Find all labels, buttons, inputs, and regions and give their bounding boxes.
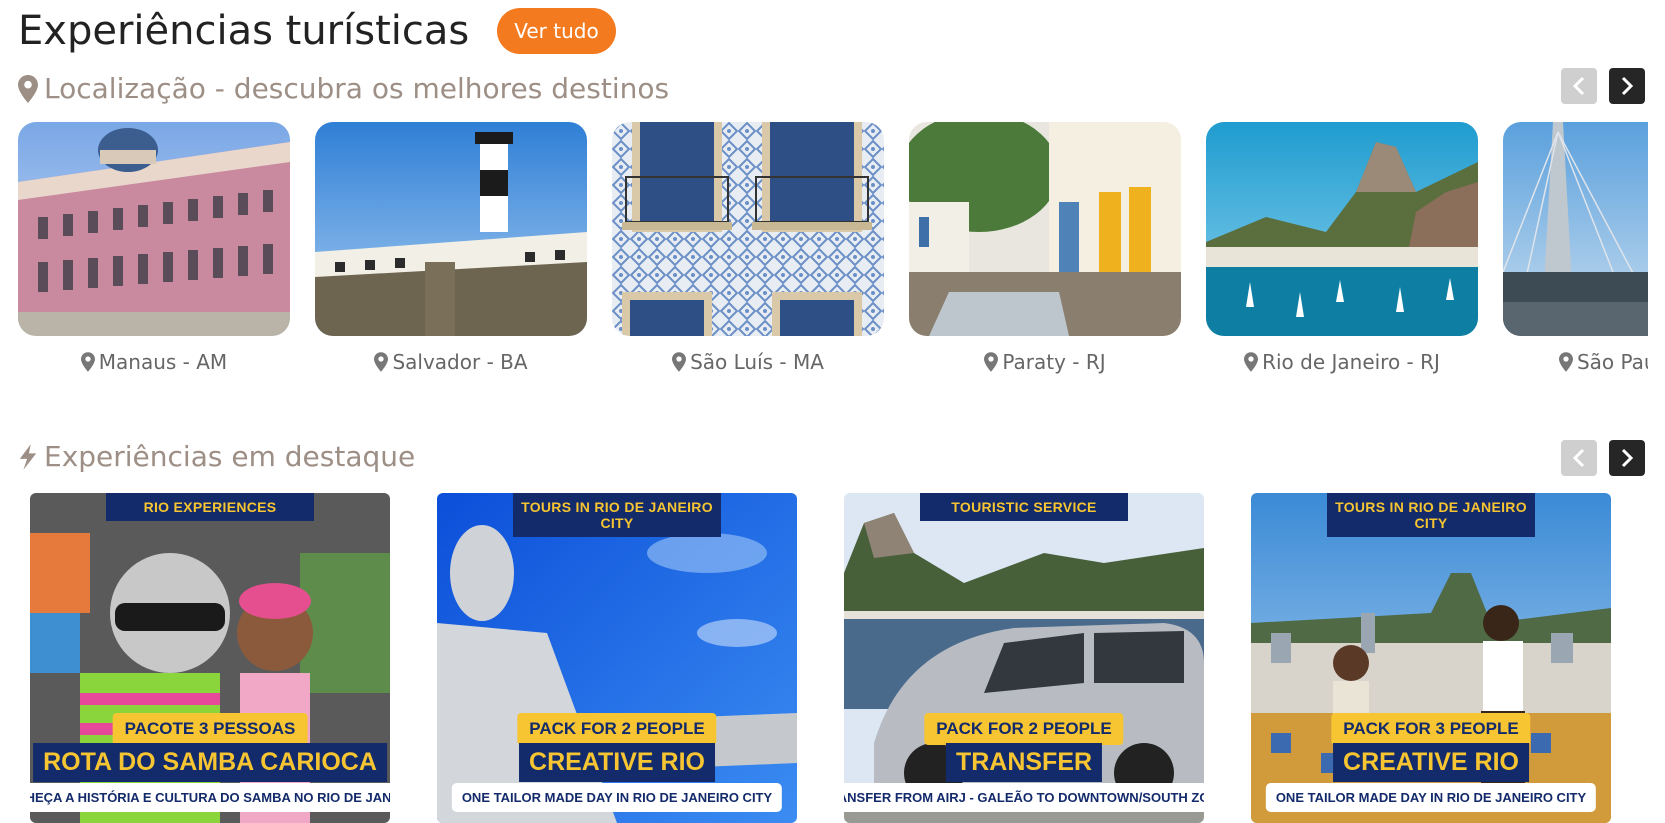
experience-pack: PACK FOR 2 PEOPLE	[924, 713, 1124, 745]
destination-image	[909, 122, 1181, 336]
map-pin-icon	[374, 352, 389, 372]
map-pin-icon	[1558, 352, 1573, 372]
experience-card-rota-do-samba[interactable]: RIO EXPERIENCES PACOTE 3 PESSOAS ROTA DO…	[30, 493, 390, 823]
location-carousel-nav	[1549, 68, 1645, 104]
experience-category: RIO EXPERIENCES	[106, 493, 314, 521]
destination-card-salvador[interactable]: Salvador - BA	[315, 122, 587, 374]
destination-image	[612, 122, 884, 336]
carousel-next-button[interactable]	[1609, 68, 1645, 104]
experience-card-transfer[interactable]: TOURISTIC SERVICE PACK FOR 2 PEOPLE TRAN…	[844, 493, 1204, 823]
featured-section-title: Experiências em destaque	[44, 440, 416, 473]
experiences-carousel: RIO EXPERIENCES PACOTE 3 PESSOAS ROTA DO…	[30, 493, 1650, 823]
map-pin-icon	[18, 74, 38, 103]
lightning-bolt-icon	[18, 443, 38, 471]
experience-subtitle: ONE TAILOR MADE DAY IN RIO DE JANEIRO CI…	[1265, 783, 1597, 812]
carousel-next-button[interactable]	[1609, 440, 1645, 476]
map-pin-icon	[80, 352, 95, 372]
experience-category: TOURS IN RIO DE JANEIRO CITY	[513, 493, 721, 537]
experience-name: TRANSFER	[945, 743, 1103, 782]
experience-name: CREATIVE RIO	[1333, 743, 1529, 782]
experience-pack: PACK FOR 2 PEOPLE	[517, 713, 717, 745]
destination-card-manaus[interactable]: Manaus - AM	[18, 122, 290, 374]
destination-label: São Paulo - SP	[1503, 350, 1648, 374]
destination-image	[18, 122, 290, 336]
destination-label: Rio de Janeiro - RJ	[1206, 350, 1478, 374]
experience-name: ROTA DO SAMBA CARIOCA	[33, 743, 387, 782]
carousel-prev-button[interactable]	[1561, 68, 1597, 104]
location-section-heading: Localização - descubra os melhores desti…	[18, 72, 669, 105]
destination-image	[315, 122, 587, 336]
destinations-carousel: Manaus - AM Salvador - BA São Luís - MA …	[18, 122, 1648, 382]
destination-label: Paraty - RJ	[909, 350, 1181, 374]
chevron-right-icon	[1621, 448, 1634, 468]
map-pin-icon	[984, 352, 999, 372]
destination-card-paraty[interactable]: Paraty - RJ	[909, 122, 1181, 374]
destination-label: Manaus - AM	[18, 350, 290, 374]
experience-category: TOURISTIC SERVICE	[920, 493, 1128, 521]
experience-subtitle: TRANSFER FROM AIRJ - GALEÃO TO DOWNTOWN/…	[844, 783, 1204, 812]
destination-image	[1206, 122, 1478, 336]
page-title: Experiências turísticas	[18, 8, 470, 54]
experience-pack: PACOTE 3 PESSOAS	[112, 713, 308, 745]
destination-card-rio-de-janeiro[interactable]: Rio de Janeiro - RJ	[1206, 122, 1478, 374]
experience-pack: PACK FOR 3 PEOPLE	[1331, 713, 1531, 745]
experience-category: TOURS IN RIO DE JANEIRO CITY	[1327, 493, 1535, 537]
carousel-prev-button[interactable]	[1561, 440, 1597, 476]
experience-subtitle: ONE TAILOR MADE DAY IN RIO DE JANEIRO CI…	[451, 783, 783, 812]
experience-subtitle: CONHEÇA A HISTÓRIA E CULTURA DO SAMBA NO…	[30, 783, 390, 812]
destination-image	[1503, 122, 1648, 336]
chevron-left-icon	[1572, 76, 1585, 96]
chevron-left-icon	[1572, 448, 1585, 468]
destination-card-sao-luis[interactable]: São Luís - MA	[612, 122, 884, 374]
destination-card-sao-paulo[interactable]: São Paulo - SP	[1503, 122, 1648, 374]
destination-label: Salvador - BA	[315, 350, 587, 374]
experience-name: CREATIVE RIO	[519, 743, 715, 782]
featured-section-heading: Experiências em destaque	[18, 440, 415, 473]
page-header: Experiências turísticas Ver tudo	[18, 8, 616, 54]
experience-card-creative-rio-3[interactable]: TOURS IN RIO DE JANEIRO CITY PACK FOR 3 …	[1251, 493, 1611, 823]
ver-tudo-button[interactable]: Ver tudo	[497, 8, 616, 54]
destination-label: São Luís - MA	[612, 350, 884, 374]
featured-carousel-nav	[1549, 440, 1645, 476]
location-section-title: Localização - descubra os melhores desti…	[44, 72, 670, 105]
chevron-right-icon	[1621, 76, 1634, 96]
map-pin-icon	[672, 352, 687, 372]
map-pin-icon	[1244, 352, 1259, 372]
experience-card-creative-rio[interactable]: TOURS IN RIO DE JANEIRO CITY PACK FOR 2 …	[437, 493, 797, 823]
